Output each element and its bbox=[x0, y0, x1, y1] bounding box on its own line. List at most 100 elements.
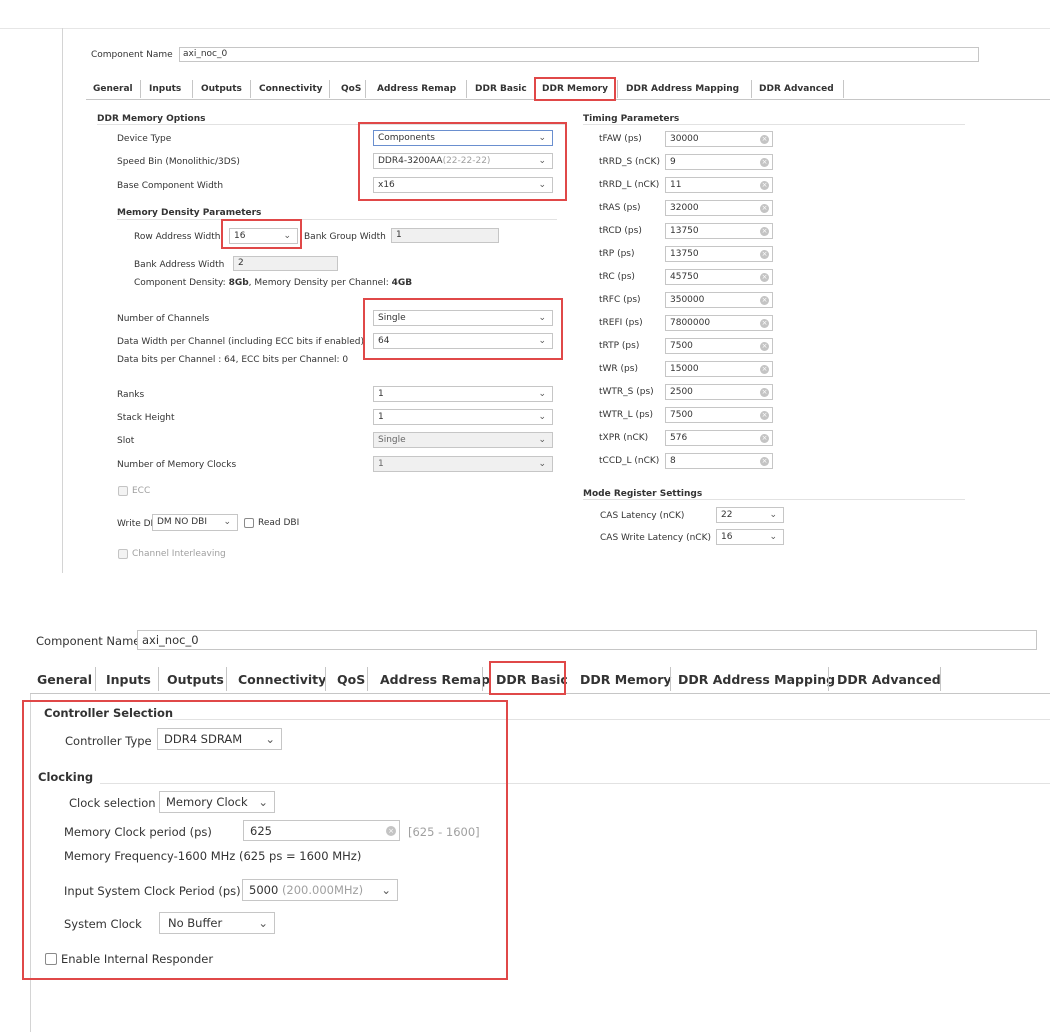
data-width-label: Data Width per Channel (including ECC bi… bbox=[117, 337, 365, 347]
clear-icon[interactable]: × bbox=[760, 227, 769, 236]
component-name-input[interactable]: axi_noc_0 bbox=[137, 630, 1037, 650]
tab-general[interactable]: General bbox=[93, 84, 133, 94]
speed-bin-select[interactable]: DDR4-3200AA(22-22-22) ⌄ bbox=[373, 153, 553, 169]
data-bits-text: Data bits per Channel : 64, ECC bits per… bbox=[117, 355, 349, 365]
clear-icon[interactable]: × bbox=[760, 457, 769, 466]
input-system-clock-select[interactable]: 5000 (200.000MHz) ⌄ bbox=[242, 879, 398, 901]
tab-general[interactable]: General bbox=[37, 672, 92, 687]
tab-ddr-address-mapping[interactable]: DDR Address Mapping bbox=[626, 84, 739, 94]
cas-latency-select[interactable]: 22 ⌄ bbox=[716, 507, 784, 523]
timing-input[interactable]: 2500 bbox=[665, 384, 773, 400]
tab-address-remap[interactable]: Address Remap bbox=[380, 672, 490, 687]
chevron-down-icon: ⌄ bbox=[538, 313, 546, 323]
clear-icon[interactable]: × bbox=[760, 158, 769, 167]
timing-value: 7800000 bbox=[670, 318, 711, 328]
ranks-select[interactable]: 1 ⌄ bbox=[373, 386, 553, 402]
timing-input[interactable]: 30000 bbox=[665, 131, 773, 147]
controller-type-select[interactable]: DDR4 SDRAM ⌄ bbox=[157, 728, 282, 750]
timing-input[interactable]: 13750 bbox=[665, 246, 773, 262]
tab-address-remap[interactable]: Address Remap bbox=[377, 84, 456, 94]
channel-options-highlight bbox=[363, 298, 563, 360]
timing-input[interactable]: 7800000 bbox=[665, 315, 773, 331]
clear-icon[interactable]: × bbox=[760, 296, 769, 305]
chevron-down-icon: ⌄ bbox=[283, 231, 291, 241]
row-address-select[interactable]: 16 ⌄ bbox=[229, 228, 298, 244]
clear-icon[interactable]: × bbox=[760, 411, 769, 420]
bank-address-input[interactable]: 2 bbox=[233, 256, 338, 271]
timing-input[interactable]: 7500 bbox=[665, 407, 773, 423]
density-summary: Component Density: 8Gb, Memory Density p… bbox=[134, 278, 412, 288]
tab-outputs[interactable]: Outputs bbox=[167, 672, 224, 687]
clear-icon[interactable]: × bbox=[760, 388, 769, 397]
data-width-select[interactable]: 64 ⌄ bbox=[373, 333, 553, 349]
clear-icon[interactable]: × bbox=[760, 319, 769, 328]
tab-ddr-advanced[interactable]: DDR Advanced bbox=[837, 672, 941, 687]
clock-selection-select[interactable]: Memory Clock ⌄ bbox=[159, 791, 275, 813]
channel-interleaving-checkbox[interactable] bbox=[118, 549, 128, 559]
clear-icon[interactable]: × bbox=[760, 365, 769, 374]
system-clock-select[interactable]: No Buffer ⌄ bbox=[159, 912, 275, 934]
clear-icon[interactable]: × bbox=[386, 826, 396, 836]
tab-connectivity[interactable]: Connectivity bbox=[259, 84, 323, 94]
system-clock-label: System Clock bbox=[64, 917, 142, 931]
tab-connectivity[interactable]: Connectivity bbox=[238, 672, 326, 687]
tab-ddr-address-mapping[interactable]: DDR Address Mapping bbox=[678, 672, 835, 687]
memory-clocks-select[interactable]: 1 ⌄ bbox=[373, 456, 553, 472]
read-dbi-checkbox[interactable] bbox=[244, 518, 254, 528]
timing-input[interactable]: 11 bbox=[665, 177, 773, 193]
tab-qos[interactable]: QoS bbox=[337, 672, 365, 687]
tab-qos[interactable]: QoS bbox=[341, 84, 361, 94]
base-width-select[interactable]: x16 ⌄ bbox=[373, 177, 553, 193]
cas-write-latency-select[interactable]: 16 ⌄ bbox=[716, 529, 784, 545]
timing-input[interactable]: 8 bbox=[665, 453, 773, 469]
timing-input[interactable]: 576 bbox=[665, 430, 773, 446]
clear-icon[interactable]: × bbox=[760, 273, 769, 282]
timing-input[interactable]: 15000 bbox=[665, 361, 773, 377]
clear-icon[interactable]: × bbox=[760, 342, 769, 351]
slot-select[interactable]: Single ⌄ bbox=[373, 432, 553, 448]
clear-icon[interactable]: × bbox=[760, 135, 769, 144]
ecc-checkbox[interactable] bbox=[118, 486, 128, 496]
timing-value: 15000 bbox=[670, 364, 699, 374]
speed-bin-suffix: (22-22-22) bbox=[442, 156, 491, 166]
write-dbi-select[interactable]: DM NO DBI ⌄ bbox=[152, 514, 238, 531]
clocking-title: Clocking bbox=[38, 770, 94, 784]
component-name-input[interactable]: axi_noc_0 bbox=[179, 47, 979, 62]
chevron-down-icon: ⌄ bbox=[538, 133, 546, 143]
clear-icon[interactable]: × bbox=[760, 434, 769, 443]
channels-select[interactable]: Single ⌄ bbox=[373, 310, 553, 326]
clear-icon[interactable]: × bbox=[760, 250, 769, 259]
timing-input[interactable]: 9 bbox=[665, 154, 773, 170]
chevron-down-icon: ⌄ bbox=[538, 156, 546, 166]
memory-clock-period-input[interactable]: 625 bbox=[243, 820, 400, 841]
bank-group-input[interactable]: 1 bbox=[391, 228, 499, 243]
bottom-panel: Component Name axi_noc_0 General Inputs … bbox=[0, 616, 1050, 1032]
clear-icon[interactable]: × bbox=[760, 204, 769, 213]
timing-value: 7500 bbox=[670, 410, 693, 420]
timing-input[interactable]: 7500 bbox=[665, 338, 773, 354]
clear-icon[interactable]: × bbox=[760, 181, 769, 190]
channels-label: Number of Channels bbox=[117, 314, 210, 324]
tab-inputs[interactable]: Inputs bbox=[106, 672, 151, 687]
system-clock-value: No Buffer bbox=[168, 916, 223, 930]
timing-input[interactable]: 32000 bbox=[665, 200, 773, 216]
tab-ddr-basic[interactable]: DDR Basic bbox=[496, 672, 568, 687]
bank-address-label: Bank Address Width bbox=[134, 260, 225, 270]
timing-input[interactable]: 13750 bbox=[665, 223, 773, 239]
tab-separator bbox=[158, 667, 159, 691]
tab-separator bbox=[325, 667, 326, 691]
timing-label: tWTR_L (ps) bbox=[599, 410, 653, 420]
tab-ddr-memory[interactable]: DDR Memory bbox=[580, 672, 672, 687]
tab-ddr-basic[interactable]: DDR Basic bbox=[475, 84, 527, 94]
tab-outputs[interactable]: Outputs bbox=[201, 84, 242, 94]
timing-input[interactable]: 45750 bbox=[665, 269, 773, 285]
tab-ddr-advanced[interactable]: DDR Advanced bbox=[759, 84, 834, 94]
device-type-select[interactable]: Components ⌄ bbox=[373, 130, 553, 146]
tab-ddr-memory[interactable]: DDR Memory bbox=[542, 84, 608, 94]
timing-label: tRRD_S (nCK) bbox=[599, 157, 660, 167]
stack-height-select[interactable]: 1 ⌄ bbox=[373, 409, 553, 425]
enable-responder-checkbox[interactable] bbox=[45, 953, 57, 965]
timing-input[interactable]: 350000 bbox=[665, 292, 773, 308]
tab-inputs[interactable]: Inputs bbox=[149, 84, 181, 94]
timing-label: tRFC (ps) bbox=[599, 295, 641, 305]
